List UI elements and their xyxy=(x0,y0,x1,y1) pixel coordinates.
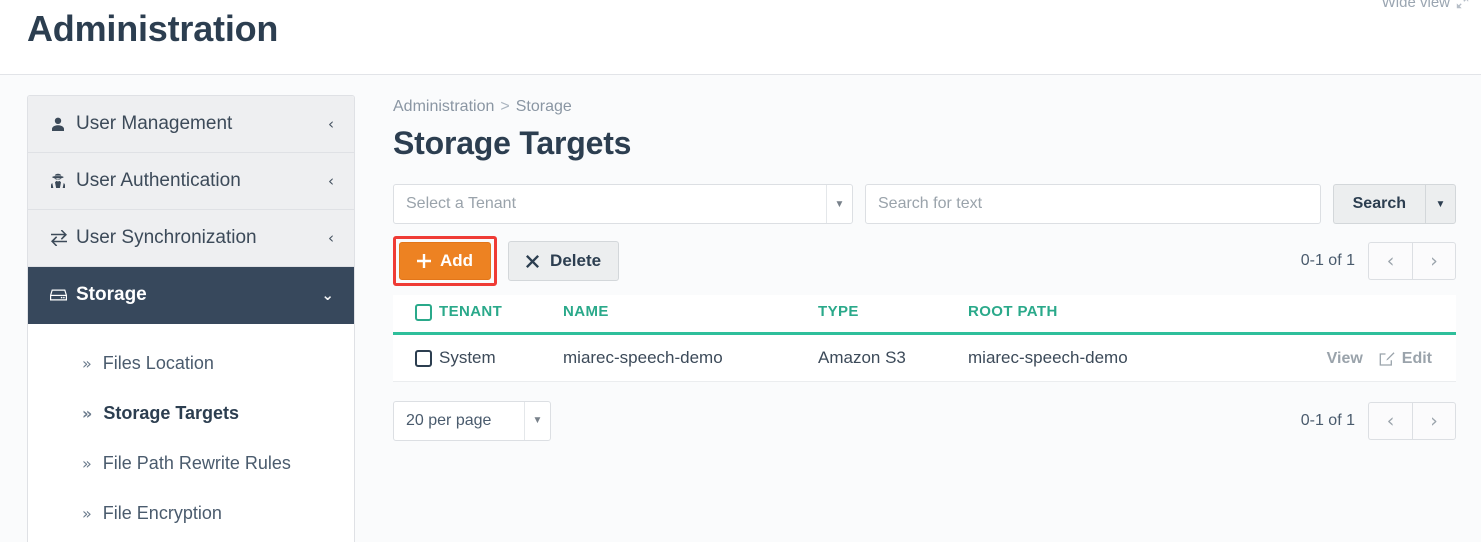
breadcrumb-separator: > xyxy=(500,98,510,115)
sidebar-item-label: User Synchronization xyxy=(76,227,257,248)
sidebar-item-user-authentication[interactable]: User Authentication ‹ xyxy=(28,153,354,210)
row-actions: View Edit xyxy=(1327,350,1432,368)
delete-button-label: Delete xyxy=(550,251,602,270)
pagination-top-buttons: ‹ › xyxy=(1368,242,1456,280)
tenant-select-value: Select a Tenant xyxy=(406,195,517,212)
pagination-top-next-chevron-right-icon[interactable]: › xyxy=(1412,242,1456,280)
row-tenant: System xyxy=(439,333,563,382)
caret-down-icon[interactable]: ▼ xyxy=(524,401,550,440)
table-footer-row: 20 per page ▼ 0-1 of 1 ‹ › xyxy=(393,400,1456,441)
tenant-select[interactable]: Select a Tenant ▼ xyxy=(393,184,853,224)
row-select-cell xyxy=(393,333,439,382)
page-header: Administration Wide view xyxy=(0,0,1481,75)
sidebar-item-label: Storage xyxy=(76,284,147,305)
pagination-bottom: 0-1 of 1 ‹ › xyxy=(1300,401,1456,440)
wide-view-label: Wide view xyxy=(1381,0,1450,11)
caret-down-icon[interactable]: ▼ xyxy=(826,185,852,223)
filter-row: Select a Tenant ▼ Search ▼ xyxy=(393,184,1456,224)
search-button[interactable]: Search xyxy=(1332,184,1425,224)
hard-drive-icon xyxy=(50,288,76,302)
add-button-highlight: Add xyxy=(393,236,498,286)
page-title: Administration xyxy=(27,8,279,49)
search-button-group: Search ▼ xyxy=(1332,184,1456,224)
main-content: Administration > Storage Storage Targets S… xyxy=(385,75,1481,542)
table-header-select-all xyxy=(393,295,439,335)
sidebar-item-label: User Authentication xyxy=(76,170,241,191)
sidebar-subitem-file-path-rewrite-rules[interactable]: » File Path Rewrite Rules xyxy=(28,438,354,488)
sidebar-item-user-synchronization[interactable]: User Synchronization ‹ xyxy=(28,210,354,267)
user-icon xyxy=(50,116,76,132)
row-name: miarec-speech-demo xyxy=(563,333,818,382)
sidebar-item-storage[interactable]: Storage ⌄ xyxy=(28,267,354,324)
chevron-left-icon[interactable]: ‹ xyxy=(328,115,334,133)
plus-icon xyxy=(417,254,431,268)
add-button[interactable]: Add xyxy=(399,242,492,280)
row-actions-cell: View Edit xyxy=(1237,333,1456,382)
table-header-row: TENANT NAME TYPE ROOT PATH xyxy=(393,295,1456,335)
pagination-bottom-prev-chevron-left-icon[interactable]: ‹ xyxy=(1368,401,1412,440)
exchange-arrows-icon xyxy=(50,230,76,246)
pagination-top: 0-1 of 1 ‹ › xyxy=(1301,242,1456,280)
sidebar-subitem-file-encryption[interactable]: » File Encryption xyxy=(28,488,354,538)
pencil-square-icon xyxy=(1379,351,1395,367)
double-angle-right-icon: » xyxy=(82,453,92,473)
pagination-bottom-count: 0-1 of 1 xyxy=(1300,411,1355,429)
sidebar-subitem-label: Storage Targets xyxy=(103,402,240,423)
sidebar-submenu-storage: » Files Location » Storage Targets » Fil… xyxy=(28,324,354,542)
delete-button[interactable]: Delete xyxy=(508,241,620,281)
table-header-actions xyxy=(1237,295,1456,335)
row-root-path: miarec-speech-demo xyxy=(968,333,1238,382)
pagination-top-prev-chevron-left-icon[interactable]: ‹ xyxy=(1368,242,1412,280)
table-header-name[interactable]: NAME xyxy=(563,295,818,335)
content-title: Storage Targets xyxy=(393,125,632,161)
sidebar-nav: User Management ‹ User Authentication ‹ … xyxy=(27,95,355,542)
expand-arrows-icon xyxy=(1456,0,1469,9)
body-wrapper: User Management ‹ User Authentication ‹ … xyxy=(0,75,1481,542)
table-header-type[interactable]: TYPE xyxy=(818,295,968,335)
per-page-value: 20 per page xyxy=(406,411,492,429)
search-input[interactable] xyxy=(865,184,1321,224)
search-options-caret-down-icon[interactable]: ▼ xyxy=(1425,184,1456,224)
row-checkbox[interactable] xyxy=(415,349,432,367)
table-header: TENANT NAME TYPE ROOT PATH xyxy=(393,295,1456,335)
select-all-checkbox[interactable] xyxy=(415,303,432,321)
row-edit-link[interactable]: Edit xyxy=(1379,350,1432,368)
sidebar-item-label: User Management xyxy=(76,113,233,134)
double-angle-right-icon: » xyxy=(82,353,92,373)
pagination-bottom-next-chevron-right-icon[interactable]: › xyxy=(1412,401,1456,440)
times-icon xyxy=(526,254,540,268)
double-angle-right-icon: » xyxy=(82,503,92,523)
table-body: System miarec-speech-demo Amazon S3 miar… xyxy=(393,333,1456,382)
breadcrumb-link-administration[interactable]: Administration xyxy=(393,98,494,115)
row-type: Amazon S3 xyxy=(818,333,968,382)
chevron-left-icon[interactable]: ‹ xyxy=(328,172,334,190)
pagination-top-count: 0-1 of 1 xyxy=(1300,252,1355,269)
per-page-select[interactable]: 20 per page ▼ xyxy=(393,400,551,441)
sidebar-subitem-label: File Path Rewrite Rules xyxy=(102,452,291,473)
storage-targets-table: TENANT NAME TYPE ROOT PATH System miarec… xyxy=(393,295,1456,382)
add-button-label: Add xyxy=(440,251,474,270)
chevron-left-icon[interactable]: ‹ xyxy=(328,229,334,247)
sidebar-subitem-label: File Encryption xyxy=(102,502,222,523)
table-header-root-path[interactable]: ROOT PATH xyxy=(968,295,1238,335)
row-view-link[interactable]: View xyxy=(1327,350,1363,368)
action-row: Add Delete 0-1 of 1 ‹ › xyxy=(393,236,1456,286)
sidebar-item-user-management[interactable]: User Management ‹ xyxy=(28,96,354,153)
chevron-down-icon[interactable]: ⌄ xyxy=(321,286,334,304)
table-row[interactable]: System miarec-speech-demo Amazon S3 miar… xyxy=(393,333,1456,382)
row-edit-label: Edit xyxy=(1401,349,1432,367)
wide-view-toggle[interactable]: Wide view xyxy=(1382,0,1469,11)
pagination-bottom-buttons: ‹ › xyxy=(1368,401,1456,440)
table-header-tenant[interactable]: TENANT xyxy=(439,295,563,335)
user-secret-icon xyxy=(50,173,76,189)
sidebar: User Management ‹ User Authentication ‹ … xyxy=(0,75,385,542)
double-angle-right-icon: » xyxy=(82,403,93,423)
breadcrumb: Administration > Storage xyxy=(393,98,1456,116)
sidebar-subitem-storage-targets[interactable]: » Storage Targets xyxy=(28,388,354,438)
sidebar-subitem-label: Files Location xyxy=(102,352,214,373)
breadcrumb-link-storage[interactable]: Storage xyxy=(516,98,572,115)
sidebar-subitem-files-location[interactable]: » Files Location xyxy=(28,338,354,388)
